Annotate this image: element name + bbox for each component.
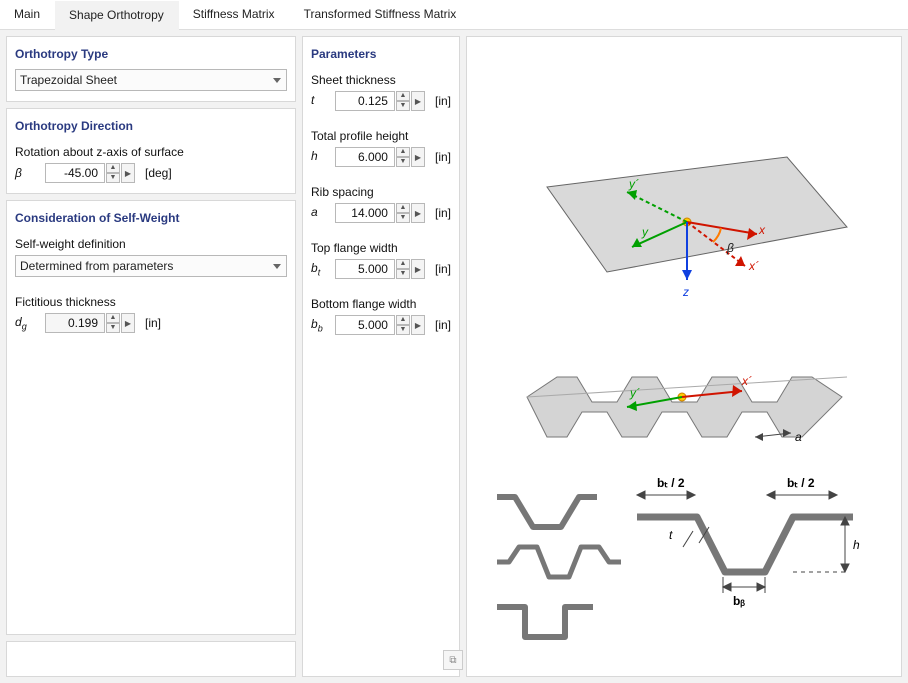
tab-main[interactable]: Main — [0, 0, 55, 29]
param-spin-down[interactable]: ▼ — [396, 269, 410, 279]
svg-text:y: y — [641, 225, 649, 239]
bottom-left-spacer — [6, 641, 296, 677]
dg-symbol: dg — [15, 315, 39, 331]
param-spin-up[interactable]: ▲ — [396, 147, 410, 157]
svg-text:bᵦ: bᵦ — [733, 594, 745, 608]
param-unit: [in] — [435, 318, 451, 332]
param-input-h[interactable] — [335, 147, 395, 167]
self-weight-panel: Consideration of Self-Weight Self-weight… — [6, 200, 296, 635]
param-unit: [in] — [435, 206, 451, 220]
param-spin-down[interactable]: ▼ — [396, 101, 410, 111]
param-symbol: bt — [311, 261, 329, 277]
beta-spin-down[interactable]: ▼ — [106, 173, 120, 183]
svg-text:bₜ / 2: bₜ / 2 — [787, 476, 815, 490]
dg-spin-up[interactable]: ▲ — [106, 313, 120, 323]
param-menu-button[interactable]: ▶ — [411, 203, 425, 223]
param-spin-up[interactable]: ▲ — [396, 203, 410, 213]
param-menu-button[interactable]: ▶ — [411, 147, 425, 167]
dg-spin-down[interactable]: ▼ — [106, 323, 120, 333]
param-label: Rib spacing — [311, 181, 451, 201]
beta-input[interactable] — [45, 163, 105, 183]
diagram-panel: y´ y x x´ z — [466, 36, 902, 677]
orthotropy-type-head: Orthotropy Type — [15, 43, 287, 69]
svg-text:t: t — [669, 528, 673, 542]
beta-menu-button[interactable]: ▶ — [121, 163, 135, 183]
param-menu-button[interactable]: ▶ — [411, 315, 425, 335]
param-spin-up[interactable]: ▲ — [396, 91, 410, 101]
svg-text:β: β — [726, 241, 734, 255]
diagram-svg: y´ y x x´ z — [467, 37, 887, 667]
svg-text:h: h — [853, 538, 860, 552]
param-unit: [in] — [435, 150, 451, 164]
param-symbol: a — [311, 205, 329, 221]
self-weight-head: Consideration of Self-Weight — [15, 207, 287, 233]
dg-input[interactable] — [45, 313, 105, 333]
tab-bar: Main Shape Orthotropy Stiffness Matrix T… — [0, 0, 908, 30]
rotation-label: Rotation about z-axis of surface — [15, 141, 287, 161]
param-input-bb[interactable] — [335, 315, 395, 335]
orthotropy-type-panel: Orthotropy Type Trapezoidal Sheet — [6, 36, 296, 102]
param-menu-button[interactable]: ▶ — [411, 91, 425, 111]
param-label: Top flange width — [311, 237, 451, 257]
tab-transformed-stiffness-matrix[interactable]: Transformed Stiffness Matrix — [290, 0, 472, 29]
orthotropy-direction-panel: Orthotropy Direction Rotation about z-ax… — [6, 108, 296, 194]
tab-stiffness-matrix[interactable]: Stiffness Matrix — [179, 0, 290, 29]
svg-text:y´: y´ — [629, 386, 640, 400]
param-unit: [in] — [435, 94, 451, 108]
param-spin-down[interactable]: ▼ — [396, 157, 410, 167]
param-input-bt[interactable] — [335, 259, 395, 279]
beta-unit: [deg] — [145, 166, 172, 180]
param-label: Total profile height — [311, 125, 451, 145]
param-symbol: bb — [311, 317, 329, 333]
param-spin-down[interactable]: ▼ — [396, 325, 410, 335]
svg-text:x: x — [758, 223, 766, 237]
svg-text:y´: y´ — [628, 177, 639, 191]
param-label: Sheet thickness — [311, 69, 451, 89]
dg-menu-button[interactable]: ▶ — [121, 313, 135, 333]
param-input-t[interactable] — [335, 91, 395, 111]
self-weight-select[interactable]: Determined from parameters — [15, 255, 287, 277]
orthotropy-direction-head: Orthotropy Direction — [15, 115, 287, 141]
param-symbol: t — [311, 93, 329, 109]
param-symbol: h — [311, 149, 329, 165]
parameters-panel: Parameters Sheet thickness t ▲ ▼ ▶ [in] … — [302, 36, 460, 677]
param-spin-down[interactable]: ▼ — [396, 213, 410, 223]
beta-symbol: β — [15, 166, 39, 180]
svg-text:z: z — [682, 285, 689, 299]
fictitious-thickness-label: Fictitious thickness — [15, 291, 287, 311]
param-label: Bottom flange width — [311, 293, 451, 313]
param-unit: [in] — [435, 262, 451, 276]
beta-spin-up[interactable]: ▲ — [106, 163, 120, 173]
param-spin-up[interactable]: ▲ — [396, 259, 410, 269]
parameters-head: Parameters — [311, 43, 451, 69]
svg-text:x´: x´ — [741, 374, 752, 388]
orthotropy-type-select[interactable]: Trapezoidal Sheet — [15, 69, 287, 91]
self-weight-def-label: Self-weight definition — [15, 233, 287, 253]
diagram-tool-icon[interactable]: ⧉ — [443, 650, 463, 670]
svg-text:a: a — [795, 430, 802, 444]
svg-text:bₜ / 2: bₜ / 2 — [657, 476, 685, 490]
param-input-a[interactable] — [335, 203, 395, 223]
svg-text:x´: x´ — [748, 259, 759, 273]
tab-shape-orthotropy[interactable]: Shape Orthotropy — [55, 1, 179, 30]
param-menu-button[interactable]: ▶ — [411, 259, 425, 279]
dg-unit: [in] — [145, 316, 161, 330]
param-spin-up[interactable]: ▲ — [396, 315, 410, 325]
